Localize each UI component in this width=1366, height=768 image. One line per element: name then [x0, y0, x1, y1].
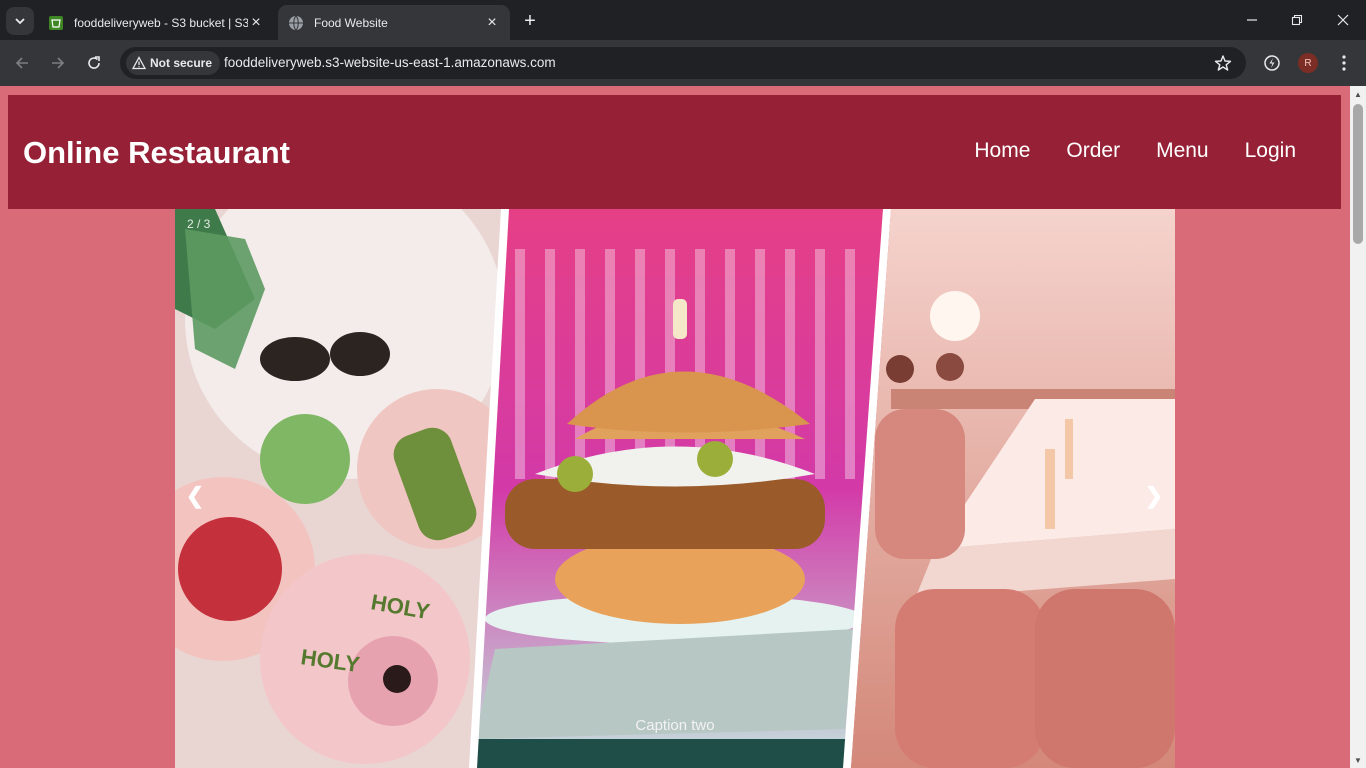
reload-icon — [88, 56, 100, 69]
tab-s3-bucket[interactable]: fooddeliveryweb - S3 bucket | S3 × — [38, 5, 274, 40]
kebab-menu-icon — [1342, 55, 1346, 71]
next-slide-button[interactable]: ❯ — [1142, 481, 1166, 511]
slide-counter: 2 / 3 — [187, 217, 211, 231]
browser-toolbar: Not secure fooddeliveryweb.s3-website-us… — [0, 40, 1366, 86]
tab-title: fooddeliveryweb - S3 bucket | S3 — [74, 15, 248, 30]
close-icon — [1337, 14, 1349, 26]
previous-slide-button[interactable]: ❮ — [183, 481, 207, 511]
scroll-down-arrow-icon[interactable]: ▼ — [1350, 752, 1366, 768]
scroll-up-arrow-icon[interactable]: ▲ — [1350, 86, 1366, 102]
nav-home[interactable]: Home — [974, 139, 1030, 163]
browser-tabstrip: fooddeliveryweb - S3 bucket | S3 × Food … — [0, 0, 1366, 40]
tab-title: Food Website — [314, 15, 388, 30]
close-icon[interactable]: × — [248, 14, 264, 31]
new-tab-button[interactable]: + — [518, 10, 542, 32]
nav-login[interactable]: Login — [1245, 139, 1296, 163]
bookmark-star-icon[interactable] — [1214, 54, 1232, 77]
slideshow: HOLY HOLY 2 / 3 ❮ ❯ Caption two — [175, 209, 1175, 768]
globe-icon — [288, 15, 304, 31]
profile-button[interactable]: R — [1294, 49, 1322, 77]
security-label: Not secure — [150, 56, 213, 70]
close-window-button[interactable] — [1320, 0, 1366, 40]
reload-button[interactable] — [80, 49, 108, 77]
close-icon[interactable]: × — [484, 14, 500, 31]
site-nav: Home Order Menu Login — [974, 139, 1296, 163]
slide-image-food-collage: HOLY HOLY — [175, 209, 1175, 768]
page-viewport: Online Restaurant Home Order Menu Login — [0, 86, 1350, 768]
warning-icon — [132, 56, 146, 70]
browser-menu-button[interactable] — [1330, 49, 1358, 77]
slide-caption: Caption two — [635, 717, 715, 734]
address-bar[interactable]: Not secure fooddeliveryweb.s3-website-us… — [120, 47, 1246, 79]
site-header: Online Restaurant Home Order Menu Login — [8, 95, 1341, 209]
nav-order[interactable]: Order — [1066, 139, 1120, 163]
arrow-left-icon — [15, 57, 28, 69]
nav-menu[interactable]: Menu — [1156, 139, 1209, 163]
security-chip[interactable]: Not secure — [126, 51, 221, 75]
minimize-icon — [1247, 19, 1257, 21]
s3-bucket-icon — [48, 15, 64, 31]
performance-icon — [1264, 55, 1280, 71]
avatar: R — [1298, 53, 1318, 73]
arrow-right-icon — [52, 57, 65, 69]
tab-food-website[interactable]: Food Website × — [278, 5, 510, 40]
site-brand: Online Restaurant — [23, 135, 290, 170]
page-scrollbar[interactable]: ▲ ▼ — [1350, 86, 1366, 768]
back-button[interactable] — [8, 49, 36, 77]
scrollbar-thumb[interactable] — [1353, 104, 1363, 244]
forward-button[interactable] — [44, 49, 72, 77]
tab-search-button[interactable] — [6, 7, 34, 35]
url-text[interactable]: fooddeliveryweb.s3-website-us-east-1.ama… — [224, 55, 556, 70]
minimize-button[interactable] — [1229, 0, 1275, 40]
restore-button[interactable] — [1274, 0, 1320, 40]
extension-button[interactable] — [1258, 49, 1286, 77]
restore-icon — [1291, 14, 1303, 26]
chevron-down-icon — [15, 18, 25, 25]
